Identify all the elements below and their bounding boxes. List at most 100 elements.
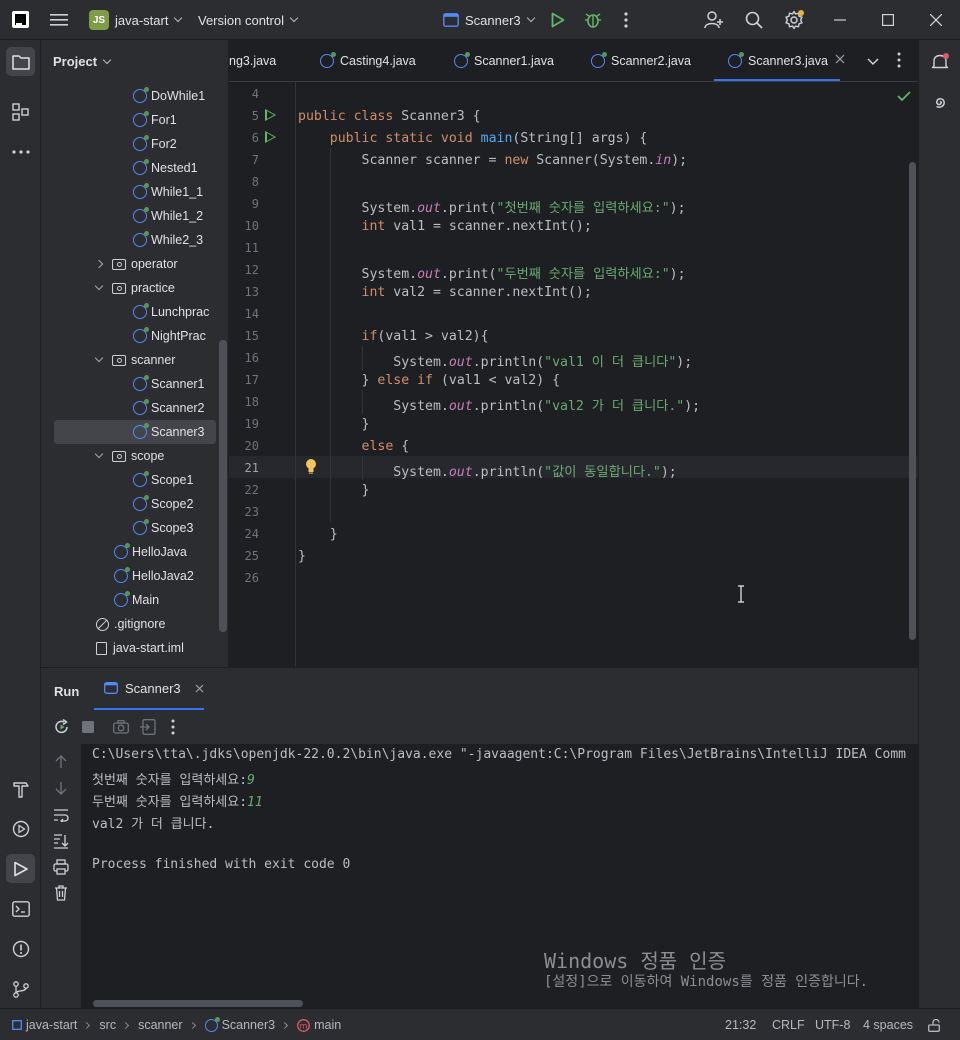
main-menu-button[interactable] — [50, 0, 68, 40]
file-encoding[interactable]: UTF-8 — [815, 1009, 850, 1040]
debug-button[interactable] — [584, 0, 602, 40]
rerun-button[interactable] — [54, 718, 70, 738]
chevron-down-icon[interactable] — [94, 449, 104, 459]
more-tools-button[interactable] — [6, 137, 35, 166]
tree-item[interactable]: scanner — [41, 348, 228, 372]
tree-item[interactable]: While1_2 — [41, 204, 228, 228]
close-icon[interactable] — [195, 684, 204, 693]
problems-tool-button[interactable] — [6, 934, 35, 963]
tree-item[interactable]: For2 — [41, 132, 228, 156]
close-window-button[interactable] — [930, 0, 942, 40]
indent-setting[interactable]: 4 spaces — [863, 1009, 913, 1040]
run-main-gutter-icon[interactable] — [265, 131, 276, 143]
run-tab-scanner3[interactable]: Scanner3 — [94, 668, 204, 711]
chevron-right-icon — [83, 1021, 91, 1029]
lock-button[interactable] — [928, 1009, 940, 1040]
editor-tab[interactable]: Scanner1.java — [454, 40, 554, 81]
run-tool-button[interactable] — [6, 854, 35, 883]
tree-item[interactable]: DoWhile1 — [41, 84, 228, 108]
scroll-down-button[interactable] — [55, 781, 67, 798]
tree-item[interactable]: Main — [41, 588, 228, 612]
chevron-right-icon[interactable] — [94, 259, 104, 269]
cursor-position[interactable]: 21:32 — [725, 1009, 756, 1040]
project-tool-button[interactable] — [6, 47, 35, 76]
chevron-down-icon[interactable] — [94, 281, 104, 291]
tree-item[interactable]: While2_3 — [41, 228, 228, 252]
scroll-to-end-button[interactable] — [53, 833, 69, 852]
print-button[interactable] — [53, 859, 69, 878]
code-token: else if — [377, 373, 441, 388]
tree-item[interactable]: practice — [41, 276, 228, 300]
breadcrumb-project[interactable]: java-start — [26, 1018, 77, 1032]
tree-item[interactable]: .gitignore — [41, 612, 228, 636]
clear-console-button[interactable] — [54, 885, 68, 904]
code-token: "val1 이 더 큽니다" — [544, 355, 677, 370]
tree-item[interactable]: Scope1 — [41, 468, 228, 492]
minimize-button[interactable] — [834, 0, 846, 40]
tree-item[interactable]: HelloJava2 — [41, 564, 228, 588]
tree-item[interactable]: Scanner2 — [41, 396, 228, 420]
run-config-selector[interactable]: Scanner3 — [443, 0, 535, 40]
scroll-up-button[interactable] — [55, 755, 67, 772]
tree-item[interactable]: Scanner3 — [54, 420, 216, 444]
run-class-gutter-icon[interactable] — [265, 109, 276, 121]
breadcrumb-method[interactable]: main — [314, 1018, 341, 1032]
more-actions-button[interactable] — [624, 0, 628, 40]
line-number: 12 — [244, 263, 259, 277]
stop-button[interactable] — [82, 721, 94, 736]
line-separator[interactable]: CRLF — [772, 1009, 805, 1040]
camera-button[interactable] — [113, 720, 129, 737]
tree-item[interactable]: operator — [41, 252, 228, 276]
close-tab-button[interactable] — [835, 52, 845, 67]
editor-tab[interactable]: Casting4.java — [320, 40, 416, 81]
chevron-down-icon — [867, 58, 879, 66]
editor-scrollbar[interactable] — [909, 162, 916, 640]
notifications-button[interactable] — [925, 47, 954, 76]
ai-assistant-button[interactable] — [925, 87, 954, 116]
console-horizontal-scrollbar[interactable] — [93, 1000, 303, 1007]
tree-item[interactable]: While1_1 — [41, 180, 228, 204]
tree-item[interactable]: Scope3 — [41, 516, 228, 540]
vcs-menu[interactable]: Version control — [198, 0, 299, 40]
maximize-button[interactable] — [882, 0, 894, 40]
git-tool-button[interactable] — [6, 974, 35, 1003]
build-tool-button[interactable] — [6, 774, 35, 803]
tree-item[interactable]: HelloJava — [41, 540, 228, 564]
tree-item[interactable]: Scanner1 — [41, 372, 228, 396]
settings-button[interactable] — [784, 0, 804, 40]
chevron-down-icon[interactable] — [94, 353, 104, 363]
soft-wrap-button[interactable] — [53, 808, 69, 825]
tree-item[interactable]: java-start.iml — [41, 636, 228, 660]
tree-item[interactable]: scope — [41, 444, 228, 468]
editor-tab[interactable]: ng3.java — [229, 40, 276, 81]
code-editor[interactable]: 4 5 6 7 8 9 10 11 12 13 14 15 16 17 18 19 20 21 22 23 24 25 26… — [229, 82, 918, 667]
project-scrollbar[interactable] — [219, 340, 227, 632]
search-button[interactable] — [745, 0, 763, 40]
tree-item[interactable]: Lunchprac — [41, 300, 228, 324]
run-button[interactable] — [551, 0, 565, 40]
run-more-button[interactable] — [171, 719, 175, 738]
services-tool-button[interactable] — [6, 814, 35, 843]
breadcrumb-package[interactable]: scanner — [138, 1018, 182, 1032]
no-problems-check-icon[interactable] — [897, 90, 911, 105]
editor-tab[interactable]: Scanner3.java — [714, 40, 840, 81]
terminal-tool-button[interactable] — [6, 894, 35, 923]
tab-list-button[interactable] — [867, 54, 879, 69]
arrow-up-icon — [55, 755, 67, 768]
console-output[interactable]: C:\Users\tta\.jdks\openjdk-22.0.2\bin\ja… — [81, 744, 918, 1008]
add-user-button[interactable] — [704, 0, 724, 40]
export-button[interactable] — [140, 719, 156, 738]
project-panel-header[interactable]: Project — [53, 54, 112, 69]
tab-more-button[interactable] — [897, 52, 901, 71]
structure-tool-button[interactable] — [6, 97, 35, 126]
editor-tab[interactable]: Scanner2.java — [591, 40, 691, 81]
tree-item[interactable]: Scope2 — [41, 492, 228, 516]
breadcrumb-src[interactable]: src — [99, 1018, 116, 1032]
breadcrumb-class[interactable]: Scanner3 — [222, 1018, 276, 1032]
project-switcher[interactable]: JS java-start — [89, 0, 183, 40]
tree-item[interactable]: Nested1 — [41, 156, 228, 180]
tree-item[interactable]: For1 — [41, 108, 228, 132]
tree-item[interactable]: NightPrac — [41, 324, 228, 348]
intellij-logo-icon[interactable] — [12, 11, 29, 28]
lightbulb-icon[interactable] — [305, 458, 317, 478]
